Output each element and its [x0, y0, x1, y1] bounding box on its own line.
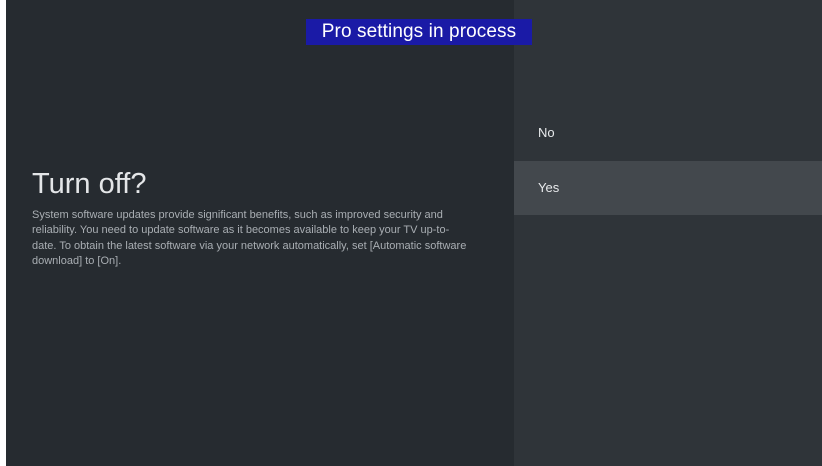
option-yes[interactable]: Yes: [514, 161, 822, 215]
dialog-title: Turn off?: [32, 168, 147, 200]
tv-screen: Turn off? System software updates provid…: [6, 0, 822, 466]
pro-settings-banner: Pro settings in process: [306, 19, 532, 45]
option-no[interactable]: No: [514, 106, 822, 160]
option-yes-label: Yes: [538, 180, 560, 195]
options-list: No Yes: [514, 0, 822, 466]
dialog-description: System software updates provide signific…: [32, 209, 467, 267]
dialog-pane: Turn off? System software updates provid…: [6, 0, 514, 466]
option-no-label: No: [538, 125, 555, 140]
